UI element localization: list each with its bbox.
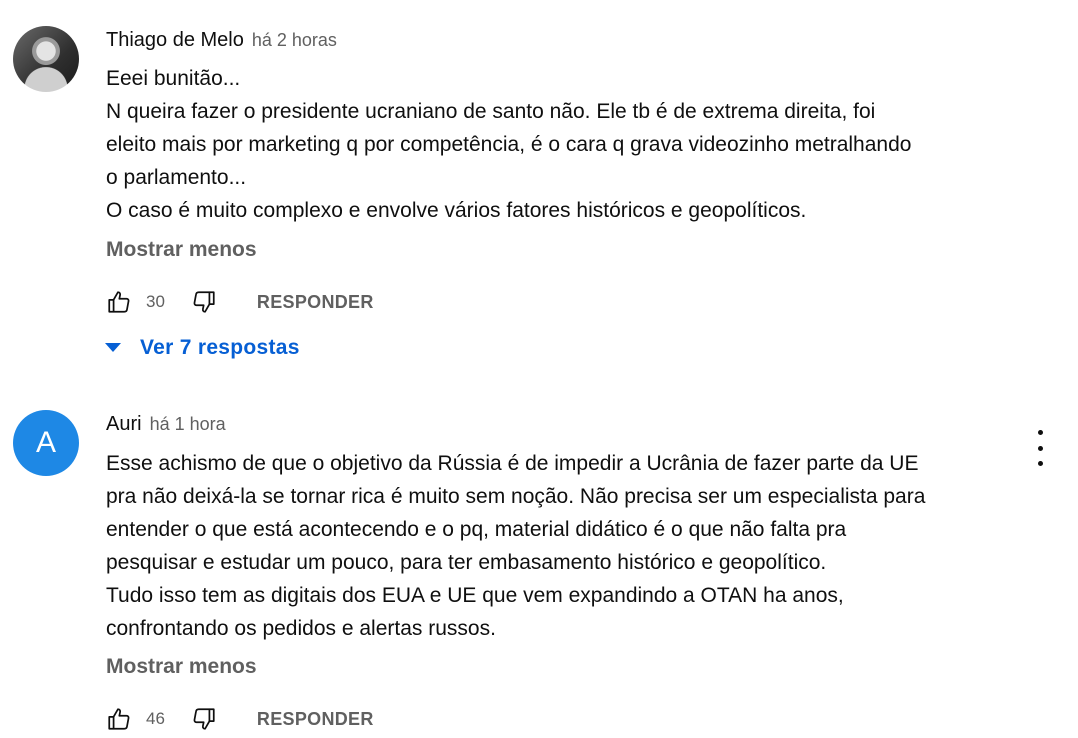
timestamp[interactable]: há 1 hora bbox=[150, 414, 226, 435]
like-icon[interactable] bbox=[106, 706, 132, 732]
comment-actions: 46 RESPONDER bbox=[106, 704, 374, 734]
author-name[interactable]: Thiago de Melo bbox=[106, 29, 244, 52]
comment-line: entender o que está acontecendo e o pq, … bbox=[106, 518, 847, 541]
like-count: 46 bbox=[146, 709, 165, 728]
dislike-icon[interactable] bbox=[191, 706, 217, 732]
view-replies-button[interactable]: Ver 7 respostas bbox=[104, 336, 300, 360]
avatar[interactable] bbox=[13, 26, 79, 92]
comment-actions: 30 RESPONDER bbox=[106, 287, 374, 317]
comment-line: pra não deixá-la se tornar rica é muito … bbox=[106, 485, 926, 508]
show-less-button[interactable]: Mostrar menos bbox=[106, 238, 257, 262]
caret-down-icon bbox=[105, 343, 121, 352]
comment-line: Esse achismo de que o objetivo da Rússia… bbox=[106, 452, 919, 475]
comment-header: Thiago de Melo há 2 horas bbox=[106, 29, 337, 52]
comment-header: Auri há 1 hora bbox=[106, 413, 226, 436]
comment-line: pesquisar e estudar um pouco, para ter e… bbox=[106, 551, 827, 574]
comment-line: confrontando os pedidos e alertas russos… bbox=[106, 617, 496, 640]
show-less-button[interactable]: Mostrar menos bbox=[106, 655, 257, 679]
comment-line: o parlamento... bbox=[106, 166, 247, 189]
comment-text: Eeei bunitão... N queira fazer o preside… bbox=[106, 62, 1026, 227]
view-replies-label: Ver 7 respostas bbox=[140, 336, 300, 359]
avatar[interactable]: A bbox=[13, 410, 79, 476]
comment-line: N queira fazer o presidente ucraniano de… bbox=[106, 100, 876, 123]
comment-line: O caso é muito complexo e envolve vários… bbox=[106, 199, 807, 222]
like-count: 30 bbox=[146, 292, 165, 311]
like-icon[interactable] bbox=[106, 289, 132, 315]
more-actions-icon[interactable] bbox=[1030, 430, 1050, 466]
timestamp[interactable]: há 2 horas bbox=[252, 30, 337, 51]
reply-button[interactable]: RESPONDER bbox=[257, 709, 374, 730]
reply-button[interactable]: RESPONDER bbox=[257, 292, 374, 313]
comment-line: Eeei bunitão... bbox=[106, 67, 241, 90]
author-name[interactable]: Auri bbox=[106, 413, 142, 436]
avatar-letter: A bbox=[35, 426, 56, 459]
comment-line: eleito mais por marketing q por competên… bbox=[106, 133, 912, 156]
dislike-icon[interactable] bbox=[191, 289, 217, 315]
comment-text: Esse achismo de que o objetivo da Rússia… bbox=[106, 447, 1026, 645]
comment-line: Tudo isso tem as digitais dos EUA e UE q… bbox=[106, 584, 844, 607]
